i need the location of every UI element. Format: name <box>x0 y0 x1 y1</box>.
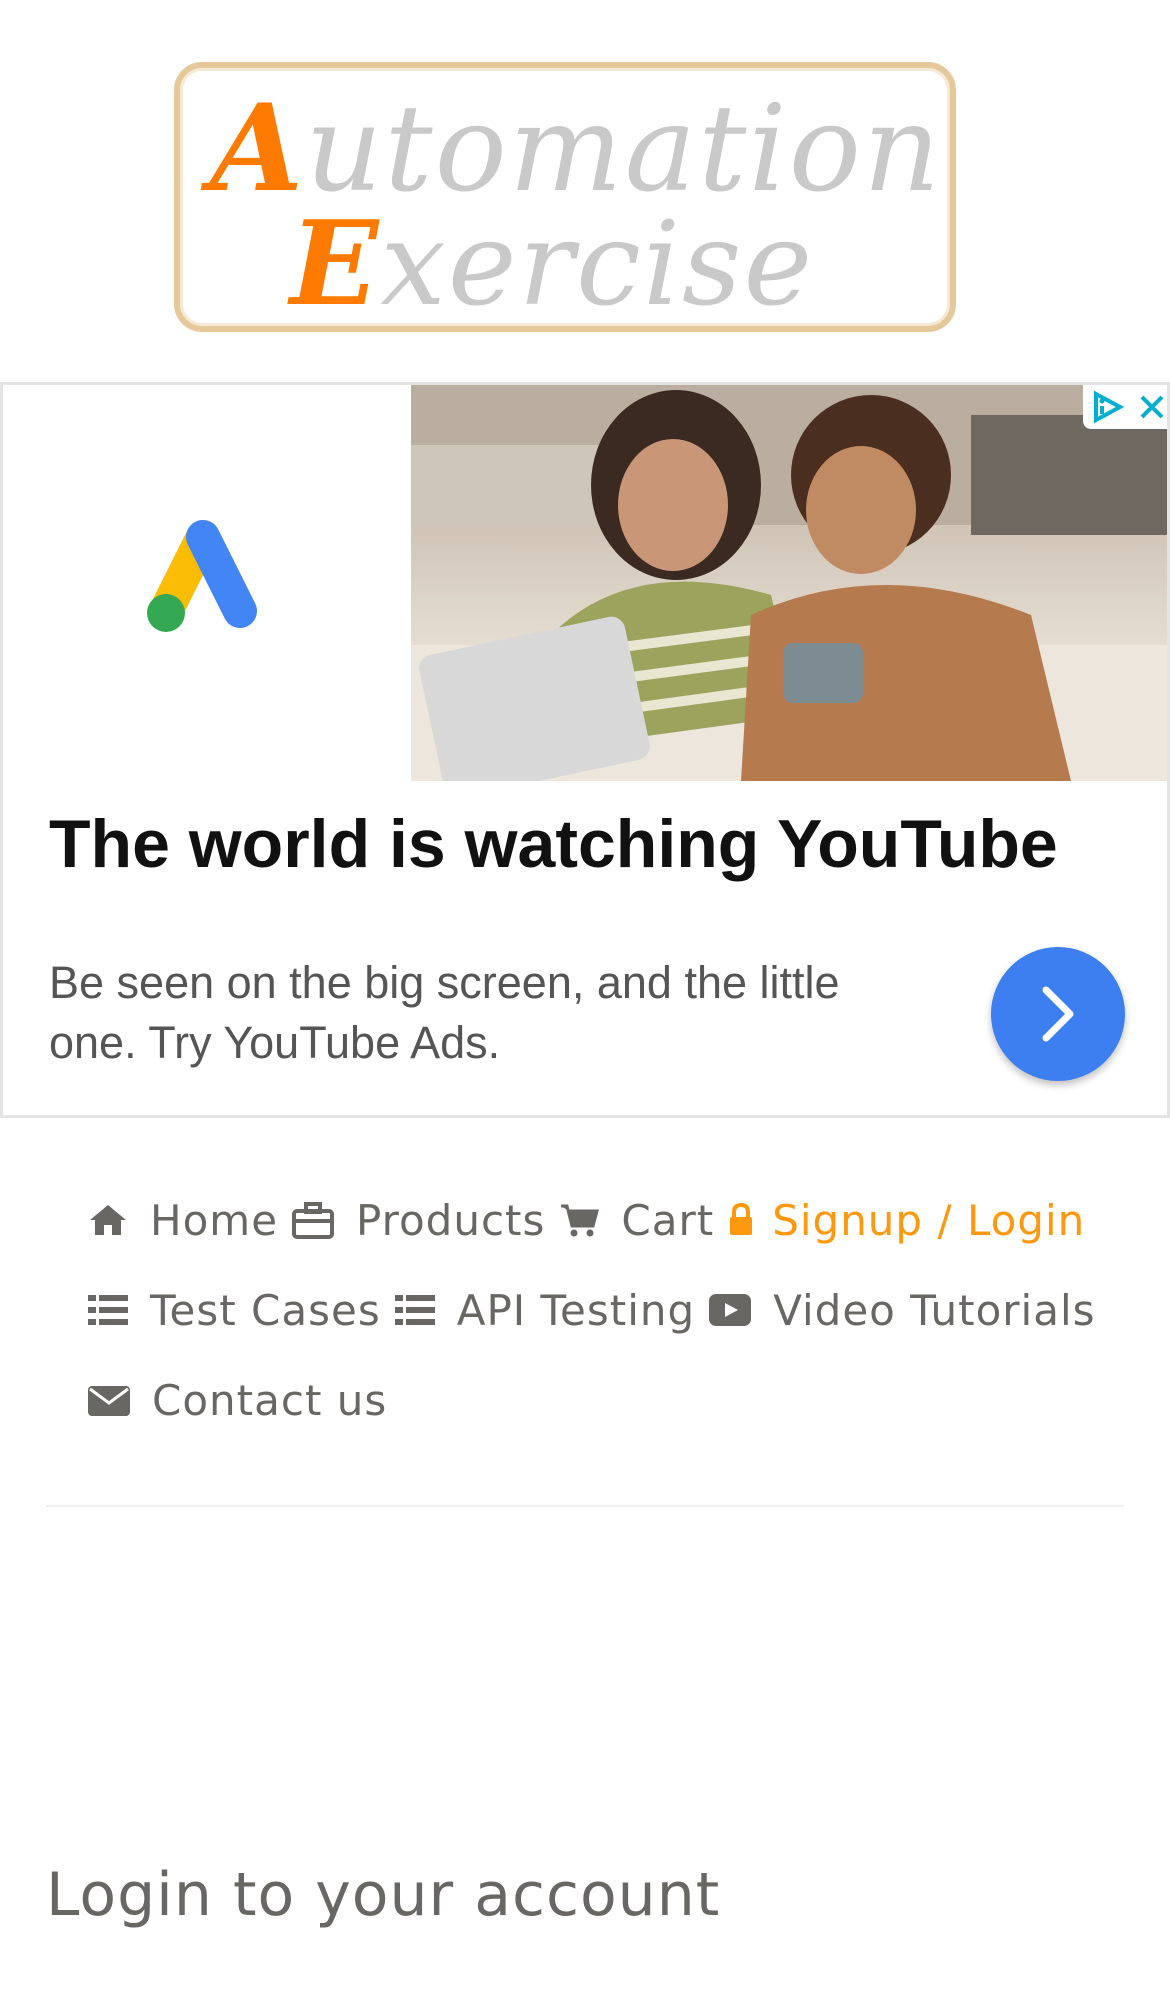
nav-label-cart: Cart <box>621 1195 715 1245</box>
nav-label-api-testing: API Testing <box>456 1285 696 1335</box>
adchoices-icon[interactable] <box>1090 390 1124 424</box>
logo-initial-e: E <box>290 196 381 332</box>
list-icon <box>394 1294 435 1326</box>
shopping-cart-icon <box>559 1202 600 1238</box>
ad-photo-illustration <box>411 385 1167 781</box>
advertisement-banner[interactable]: The world is watching YouTube Be seen on… <box>0 382 1170 1118</box>
ad-headline[interactable]: The world is watching YouTube <box>49 805 1129 883</box>
login-form-title: Login to your account <box>46 1860 721 1930</box>
youtube-play-icon <box>709 1294 752 1326</box>
nav-item-cart[interactable]: Cart <box>559 1196 714 1245</box>
list-icon <box>88 1294 128 1326</box>
main-navigation: Home Products Cart Signup / Login Test C… <box>88 1175 1138 1445</box>
nav-item-video-tutorials[interactable]: Video Tutorials <box>709 1286 1095 1335</box>
ad-logo-area <box>3 385 411 781</box>
nav-item-api-testing[interactable]: API Testing <box>394 1285 696 1335</box>
close-icon[interactable] <box>1138 393 1166 421</box>
site-logo[interactable]: Automation Exercise <box>174 62 956 332</box>
nav-item-test-cases[interactable]: Test Cases <box>88 1286 381 1335</box>
nav-row: Contact us <box>88 1355 1138 1445</box>
ad-description[interactable]: Be seen on the big screen, and the littl… <box>49 953 929 1073</box>
chevron-right-icon <box>1042 986 1074 1042</box>
logo-line-2: Exercise <box>290 196 814 332</box>
nav-item-products[interactable]: Products <box>292 1196 545 1245</box>
nav-label-products: Products <box>356 1195 546 1245</box>
nav-label-contact-us: Contact us <box>152 1375 388 1425</box>
nav-label-video-tutorials: Video Tutorials <box>773 1285 1096 1335</box>
nav-item-signup-login[interactable]: Signup / Login <box>728 1196 1085 1245</box>
nav-row: Home Products Cart Signup / Login <box>88 1175 1138 1265</box>
ad-open-button[interactable] <box>991 947 1125 1081</box>
envelope-icon <box>88 1384 130 1416</box>
logo-word-exercise: xercise <box>380 197 815 332</box>
ad-choices-badge[interactable] <box>1083 385 1167 429</box>
nav-label-home: Home <box>150 1195 279 1245</box>
nav-label-signup-login: Signup / Login <box>772 1195 1086 1245</box>
nav-row: Test Cases API Testing Video Tutorials <box>88 1265 1138 1355</box>
briefcase-icon <box>292 1201 335 1239</box>
nav-label-test-cases: Test Cases <box>150 1285 381 1335</box>
lock-icon <box>728 1203 754 1237</box>
ad-photo <box>411 385 1167 781</box>
nav-item-contact-us[interactable]: Contact us <box>88 1376 387 1425</box>
nav-item-home[interactable]: Home <box>88 1196 278 1245</box>
home-icon <box>88 1203 128 1237</box>
header-divider <box>46 1505 1124 1507</box>
google-ads-logo-icon <box>147 520 257 632</box>
